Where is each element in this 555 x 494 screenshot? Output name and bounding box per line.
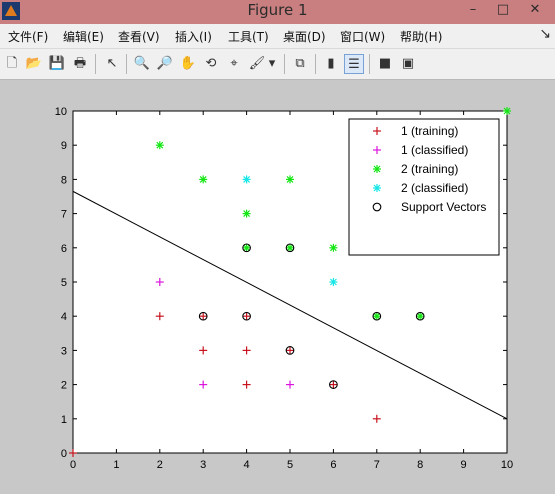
data-point-star	[155, 141, 164, 150]
y-tick-label: 5	[61, 277, 67, 289]
x-tick-label: 2	[157, 459, 163, 471]
toolbar-separator	[95, 54, 96, 74]
legend-marker-star	[373, 184, 381, 192]
y-tick-label: 10	[55, 106, 67, 118]
rotate-3d-icon[interactable]: ⟲	[201, 54, 221, 74]
figure-toolbar: 🗋 📂 💾 🖶 ↖ 🔍 🔎 ✋ ⟲ ⌖ 🖌 ▾ ⧉ ▮ ☰ ■ ▣	[0, 49, 555, 80]
scatter-plot[interactable]: 0 1 2 3 4 5 6 7 8 9 10 0 1 2 3 4 5 6 7 8 9 10 1 (training) 1 (c…	[0, 80, 555, 490]
data-point-star	[242, 209, 251, 218]
x-tick-label: 9	[461, 459, 467, 471]
menu-bar: 文件(F) 编辑(E) 查看(V) 插入(I) 工具(T) 桌面(D) 窗口(W…	[0, 24, 555, 49]
open-icon[interactable]: 📂	[24, 54, 44, 74]
x-tick-label: 7	[374, 459, 380, 471]
y-tick-label: 0	[61, 448, 67, 460]
show-plot-tools-icon[interactable]: ▣	[398, 54, 418, 74]
y-tick-label: 1	[61, 414, 67, 426]
data-point-star	[286, 175, 294, 184]
x-tick-label: 6	[330, 459, 336, 471]
x-tick-label: 5	[287, 459, 293, 471]
menu-desktop[interactable]: 桌面(D)	[283, 28, 326, 45]
data-point-star	[199, 175, 208, 184]
data-point-star	[503, 107, 511, 115]
menu-help[interactable]: 帮助(H)	[400, 28, 442, 45]
zoom-out-icon[interactable]: 🔎	[155, 54, 175, 74]
zoom-in-icon[interactable]: 🔍	[132, 54, 152, 74]
hide-plot-tools-icon[interactable]: ■	[375, 54, 395, 74]
y-tick-label: 7	[61, 209, 67, 221]
legend-label: 1 (training)	[401, 124, 458, 138]
y-tick-label: 3	[61, 345, 67, 357]
legend-label: 2 (classified)	[401, 181, 468, 195]
dock-arrow-icon[interactable]: ↘	[539, 26, 551, 42]
x-tick-label: 3	[200, 459, 206, 471]
toolbar-separator	[315, 54, 316, 74]
link-plot-icon[interactable]: ⧉	[290, 54, 310, 74]
toolbar-separator	[369, 54, 370, 74]
menu-tools[interactable]: 工具(T)	[228, 28, 269, 45]
brush-icon[interactable]: 🖌	[247, 54, 267, 74]
minimize-button[interactable]: –	[460, 0, 486, 20]
select-arrow-icon[interactable]: ↖	[102, 54, 122, 74]
y-tick-label: 8	[61, 174, 67, 186]
data-cursor-icon[interactable]: ⌖	[224, 54, 244, 74]
x-tick-label: 1	[113, 459, 119, 471]
legend-icon[interactable]: ☰	[344, 54, 364, 74]
figure-canvas: 0 1 2 3 4 5 6 7 8 9 10 0 1 2 3 4 5 6 7 8 9 10 1 (training) 1 (c…	[0, 80, 555, 490]
toolbar-separator	[284, 54, 285, 74]
print-icon[interactable]: 🖶	[70, 54, 90, 74]
data-point-star	[242, 175, 251, 184]
menu-file[interactable]: 文件(F)	[8, 28, 48, 45]
title-bar: Figure 1 – □ ✕	[0, 0, 555, 24]
close-button[interactable]: ✕	[522, 0, 548, 20]
x-tick-label: 8	[417, 459, 423, 471]
menu-insert[interactable]: 插入(I)	[175, 28, 212, 45]
x-tick-label: 0	[70, 459, 76, 471]
legend-label: Support Vectors	[401, 200, 486, 214]
data-point-star	[329, 243, 338, 252]
y-tick-label: 2	[61, 380, 67, 392]
maximize-button[interactable]: □	[490, 0, 516, 20]
y-tick-label: 9	[61, 140, 67, 152]
legend-label: 1 (classified)	[401, 143, 468, 157]
y-tick-label: 4	[61, 311, 67, 323]
y-tick-label: 6	[61, 243, 67, 255]
colorbar-icon[interactable]: ▮	[321, 54, 341, 74]
save-icon[interactable]: 💾	[47, 54, 67, 74]
x-tick-label: 10	[501, 459, 513, 471]
new-figure-icon[interactable]: 🗋	[2, 54, 22, 74]
brush-dropdown-icon[interactable]: ▾	[266, 54, 278, 74]
menu-edit[interactable]: 编辑(E)	[63, 28, 104, 45]
menu-view[interactable]: 查看(V)	[118, 28, 160, 45]
legend-label: 2 (training)	[401, 162, 458, 176]
x-tick-label: 4	[244, 459, 250, 471]
legend-marker-star	[373, 165, 381, 173]
menu-window[interactable]: 窗口(W)	[340, 28, 385, 45]
data-point-star	[329, 278, 338, 286]
pan-hand-icon[interactable]: ✋	[178, 54, 198, 74]
toolbar-separator	[126, 54, 127, 74]
